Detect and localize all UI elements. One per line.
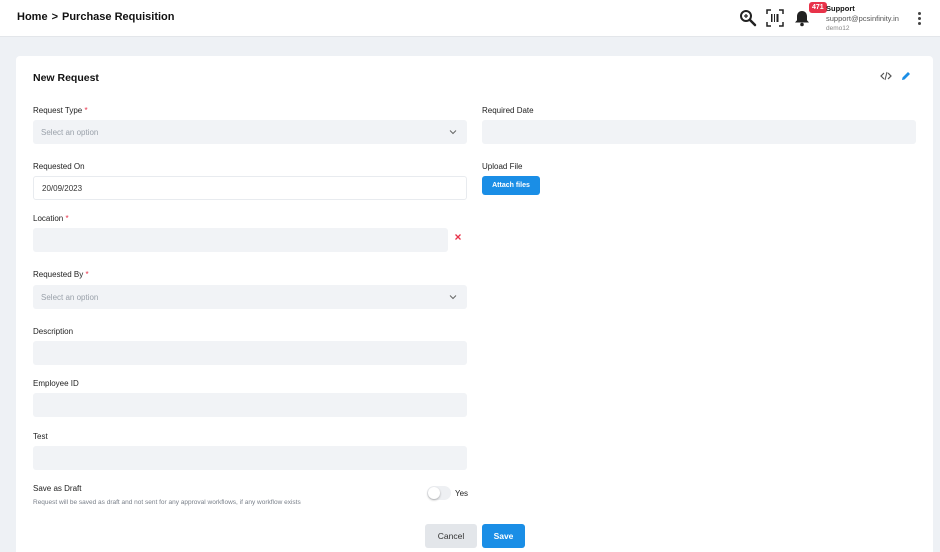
requested-by-select[interactable]: Select an option bbox=[33, 285, 467, 309]
location-label: Location * bbox=[33, 214, 69, 223]
page-title: New Request bbox=[33, 72, 99, 84]
request-type-placeholder: Select an option bbox=[41, 128, 99, 137]
breadcrumb-separator: > bbox=[51, 11, 58, 23]
test-label: Test bbox=[33, 432, 48, 441]
description-label: Description bbox=[33, 327, 74, 336]
bell-icon[interactable] bbox=[793, 9, 811, 27]
chevron-down-icon bbox=[449, 130, 457, 135]
save-as-draft-hint: Request will be saved as draft and not s… bbox=[33, 499, 301, 506]
user-email: support@pcsinfinity.in bbox=[826, 14, 899, 23]
attach-files-button[interactable]: Attach files bbox=[482, 176, 540, 195]
request-type-select[interactable]: Select an option bbox=[33, 120, 467, 144]
tenant-name: demo12 bbox=[826, 25, 850, 32]
employee-id-label: Employee ID bbox=[33, 379, 79, 388]
top-bar: Home > Purchase Requisition 471 Support su… bbox=[0, 0, 940, 37]
breadcrumb: Home > Purchase Requisition bbox=[17, 11, 174, 23]
requested-by-placeholder: Select an option bbox=[41, 293, 99, 302]
upload-file-label: Upload File bbox=[482, 162, 523, 171]
chevron-down-icon bbox=[449, 295, 457, 300]
toggle-label: Yes bbox=[455, 489, 469, 498]
cancel-button[interactable]: Cancel bbox=[425, 524, 477, 548]
employee-id-field[interactable] bbox=[33, 393, 467, 417]
code-icon[interactable] bbox=[880, 70, 892, 82]
requested-by-label: Requested By * bbox=[33, 270, 89, 279]
requested-on-label: Requested On bbox=[33, 162, 85, 171]
search-icon[interactable] bbox=[739, 9, 757, 27]
pencil-icon[interactable] bbox=[900, 70, 912, 82]
notification-badge[interactable]: 471 bbox=[809, 2, 827, 13]
request-type-label: Request Type * bbox=[33, 106, 88, 115]
description-field[interactable] bbox=[33, 341, 467, 365]
barcode-icon[interactable] bbox=[766, 9, 784, 27]
requested-on-field[interactable]: 20/09/2023 bbox=[33, 176, 467, 200]
close-icon[interactable] bbox=[454, 233, 462, 241]
save-button[interactable]: Save bbox=[482, 524, 525, 548]
test-field[interactable] bbox=[33, 446, 467, 470]
user-info[interactable]: Support support@pcsinfinity.in demo12 bbox=[826, 4, 899, 34]
kebab-menu-icon[interactable] bbox=[916, 12, 922, 26]
breadcrumb-current: Purchase Requisition bbox=[62, 11, 175, 23]
save-as-draft-toggle[interactable] bbox=[427, 486, 451, 500]
breadcrumb-home[interactable]: Home bbox=[17, 11, 48, 23]
required-date-label: Required Date bbox=[482, 106, 534, 115]
location-field[interactable] bbox=[33, 228, 448, 252]
new-request-card: New Request Request Type * Select an opt… bbox=[16, 56, 933, 552]
save-as-draft-label: Save as Draft bbox=[33, 484, 82, 493]
required-date-field[interactable] bbox=[482, 120, 916, 144]
user-name: Support bbox=[826, 4, 855, 13]
